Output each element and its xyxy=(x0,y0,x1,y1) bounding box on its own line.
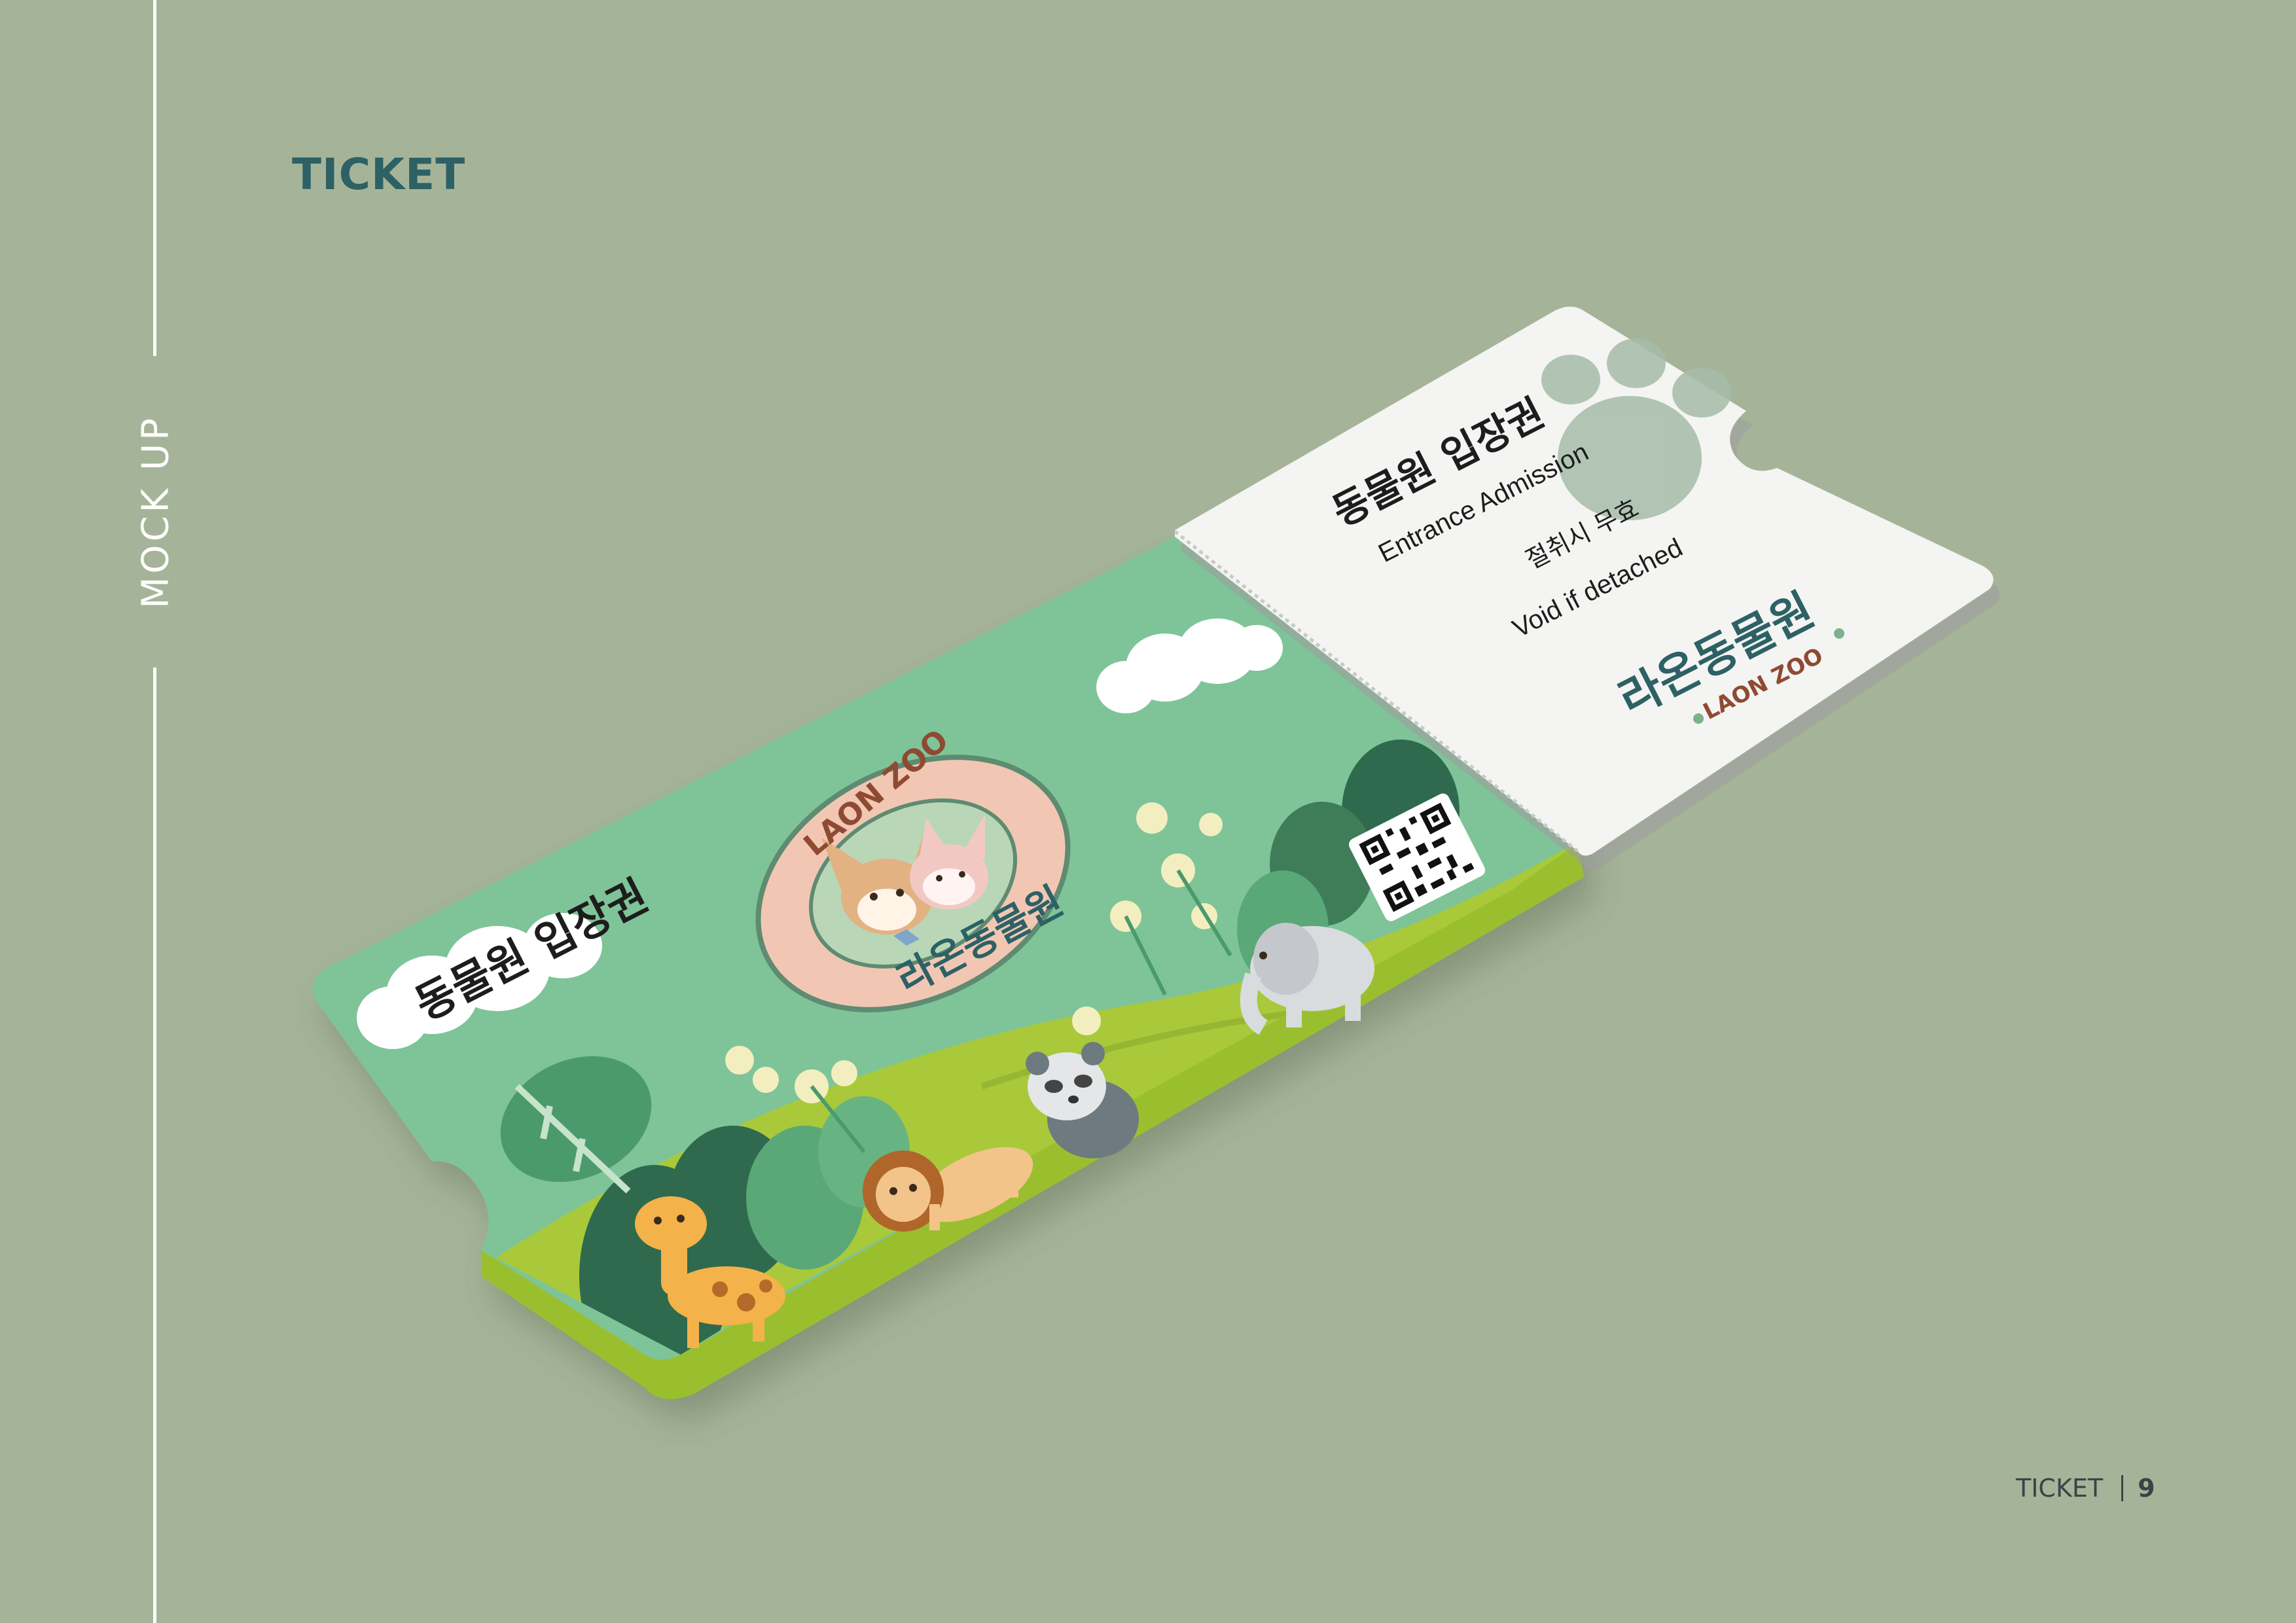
paw-small-icon xyxy=(1693,713,1704,724)
page-number: 9 xyxy=(2138,1474,2155,1503)
ticket-mockup: 동물원 입장권 LAON ZOO 라온동물원 동물원 입장권 Entrance … xyxy=(312,306,2000,1399)
footer-separator xyxy=(2121,1475,2124,1501)
footer: TICKET 9 xyxy=(2016,1474,2155,1503)
footer-label: TICKET xyxy=(2016,1474,2104,1503)
